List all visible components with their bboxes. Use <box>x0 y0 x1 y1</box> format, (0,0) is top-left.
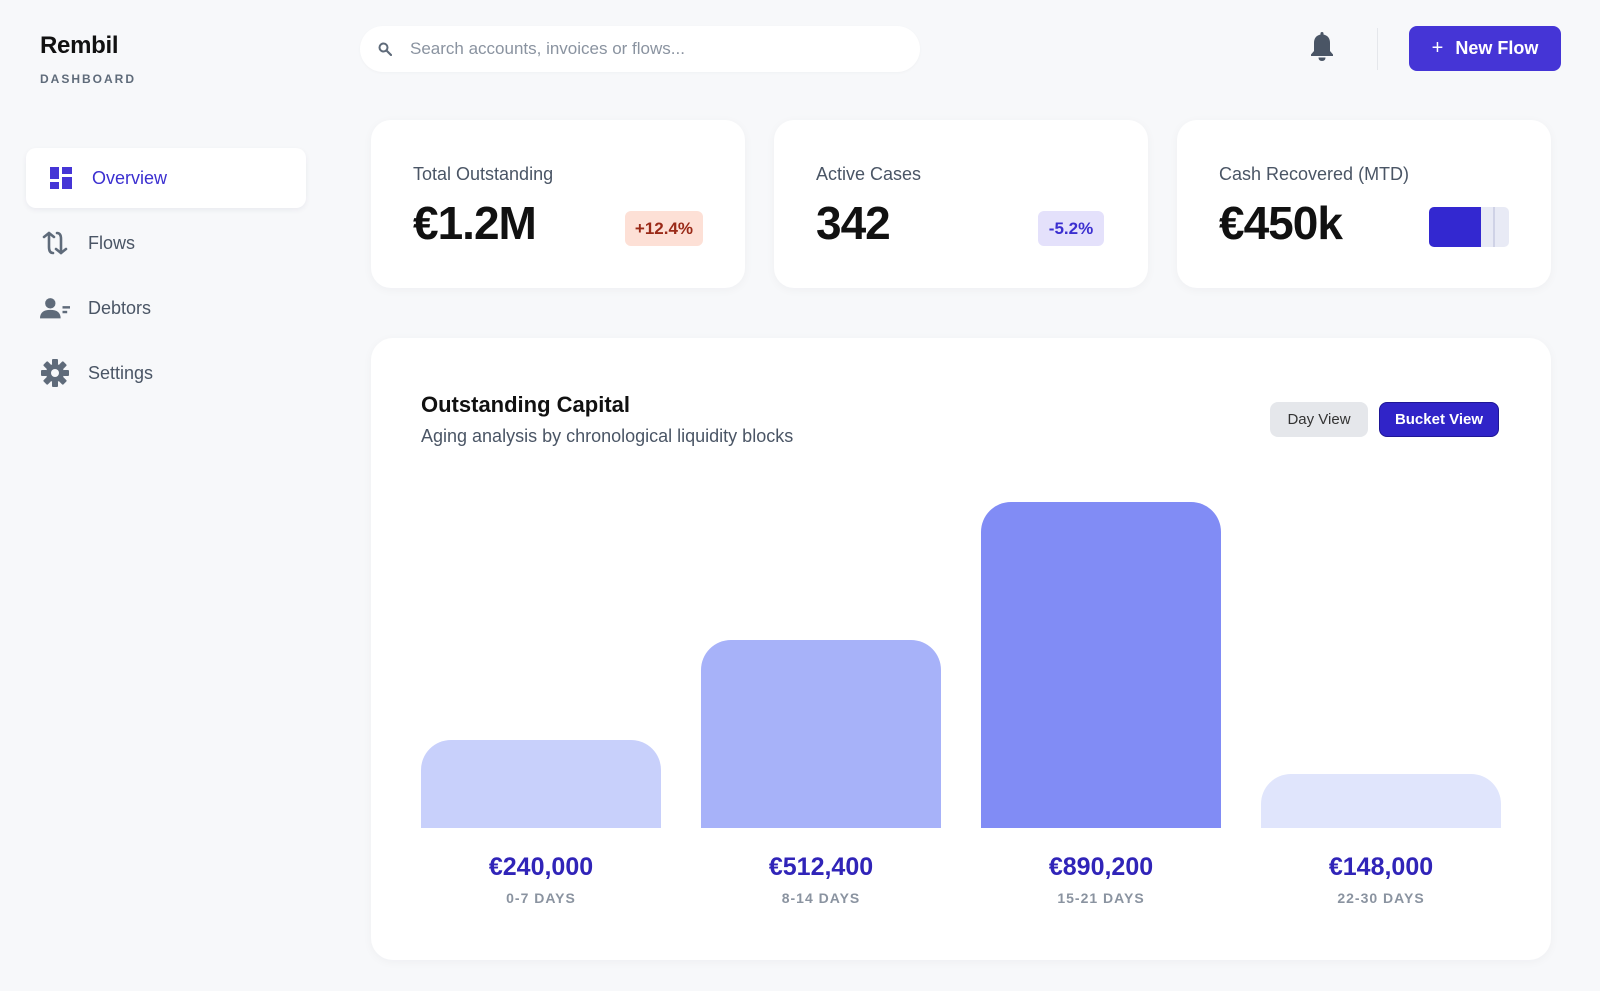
change-badge: -5.2% <box>1038 211 1104 246</box>
sidebar-item-settings[interactable]: Settings <box>26 343 306 403</box>
sidebar-nav: Overview Flows Debtors Settings <box>26 148 306 408</box>
recovery-progress-marker <box>1493 207 1495 247</box>
sidebar-item-label: Overview <box>92 167 168 188</box>
bar-value-label: €512,400 <box>768 853 874 881</box>
bar-category-label: 0-7 DAYS <box>506 890 576 906</box>
brand-subtitle: DASHBOARD <box>40 72 136 86</box>
bar-category-label: 22-30 DAYS <box>1337 890 1425 906</box>
bar-value-label: €148,000 <box>1328 853 1434 881</box>
brand-name: Rembil <box>40 32 119 59</box>
kpi-label: Cash Recovered (MTD) <box>1219 164 1410 184</box>
sidebar-item-flows[interactable]: Flows <box>26 213 306 273</box>
chart-bar[interactable] <box>701 640 941 828</box>
chart-bar[interactable] <box>981 501 1221 828</box>
chart-subtitle: Aging analysis by chronological liquidit… <box>421 426 794 446</box>
bar-category-label: 15-21 DAYS <box>1057 890 1145 906</box>
kpi-value: 342 <box>816 197 891 249</box>
kpi-card-active-cases: Active Cases 342 -5.2% <box>774 120 1148 288</box>
bar-category-label: 8-14 DAYS <box>781 890 861 906</box>
chart-title: Outstanding Capital <box>421 392 630 417</box>
gear-icon <box>40 358 70 388</box>
chart-bar[interactable] <box>1261 773 1501 828</box>
bucket-view-button[interactable]: Bucket View <box>1379 402 1499 437</box>
kpi-label: Active Cases <box>816 164 922 184</box>
new-flow-button[interactable]: + New Flow <box>1409 26 1561 71</box>
kpi-value: €1.2M <box>413 197 537 249</box>
chart-bar[interactable] <box>421 740 661 828</box>
flows-icon <box>40 228 70 258</box>
sidebar-item-label: Debtors <box>88 297 152 318</box>
bar-value-label: €890,200 <box>1048 853 1154 881</box>
recovery-progress-fill <box>1429 207 1481 247</box>
plus-icon: + <box>1431 37 1444 59</box>
change-badge: +12.4% <box>625 211 703 246</box>
kpi-value: €450k <box>1219 197 1343 249</box>
search-bar <box>360 26 920 72</box>
sidebar-item-label: Settings <box>88 362 154 383</box>
brand: Rembil DASHBOARD <box>40 32 136 86</box>
kpi-label: Total Outstanding <box>413 164 554 184</box>
sidebar-item-label: Flows <box>88 232 136 253</box>
search-icon <box>378 42 393 57</box>
kpi-card-total-outstanding: Total Outstanding €1.2M +12.4% <box>371 120 745 288</box>
kpi-card-cash-recovered: Cash Recovered (MTD) €450k <box>1177 120 1551 288</box>
new-flow-label: New Flow <box>1455 38 1539 58</box>
bar-value-label: €240,000 <box>488 853 594 881</box>
recovery-progress-bar <box>1429 207 1509 247</box>
outstanding-capital-chart: Outstanding Capital Aging analysis by ch… <box>371 338 1551 960</box>
header-divider <box>1377 28 1378 70</box>
bell-icon[interactable] <box>1308 30 1336 62</box>
sidebar-item-overview[interactable]: Overview <box>26 148 306 208</box>
dashboard-icon <box>46 163 76 193</box>
search-input[interactable] <box>410 39 880 59</box>
sidebar-item-debtors[interactable]: Debtors <box>26 278 306 338</box>
day-view-button[interactable]: Day View <box>1270 402 1368 437</box>
debtors-icon <box>40 293 70 323</box>
